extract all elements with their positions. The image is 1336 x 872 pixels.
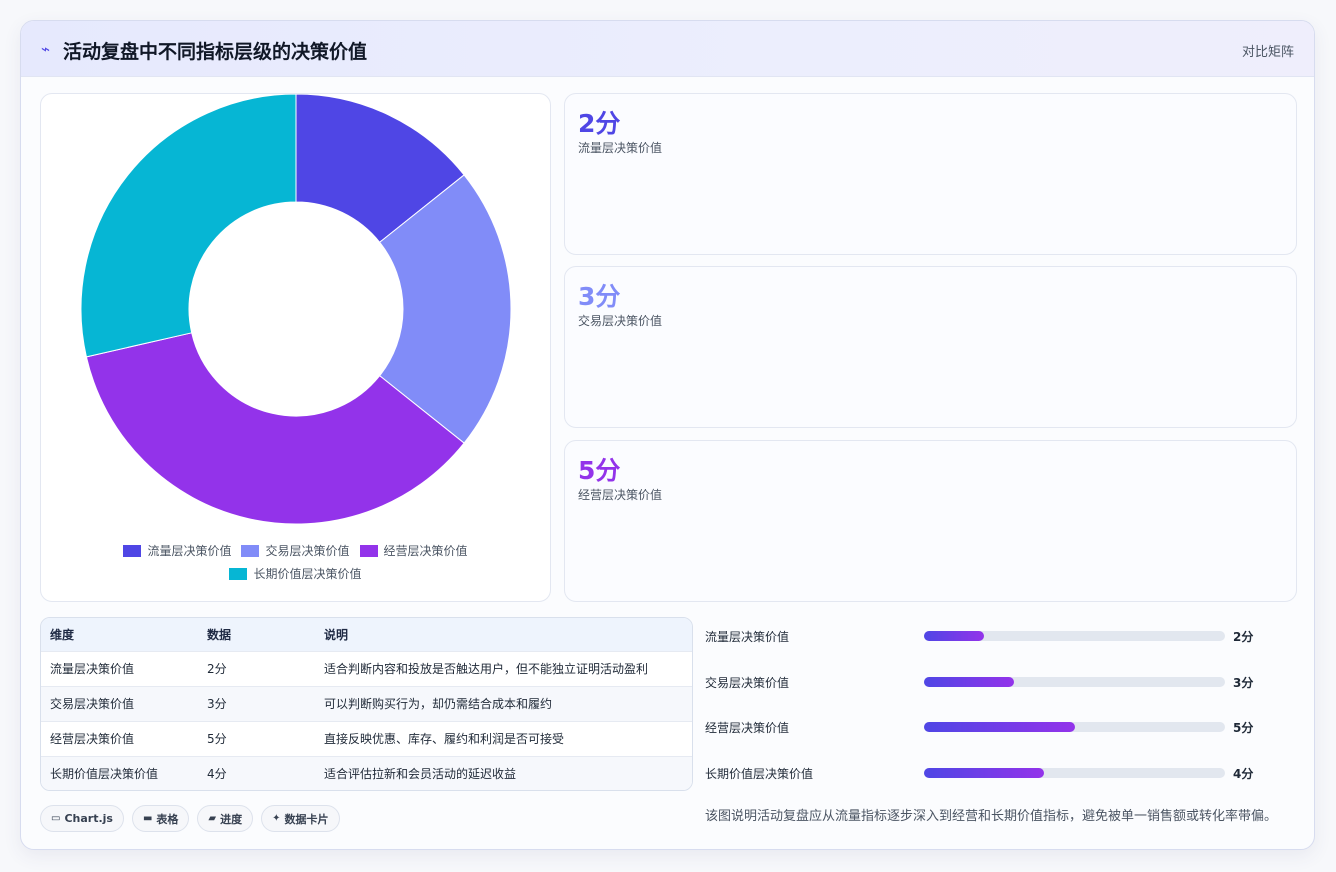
table-row: 经营层决策价值 5分 直接反映优惠、库存、履约和利润是否可接受 — [41, 721, 692, 756]
progress-label: 交易层决策价值 — [705, 676, 790, 690]
header-data: 数据 — [207, 627, 232, 642]
progress-track — [924, 768, 1225, 778]
stat-label: 流量层决策价值 — [578, 141, 663, 155]
stat-value: 2分 — [578, 109, 621, 138]
legend-swatch — [359, 544, 378, 557]
cell-data: 2分 — [207, 662, 227, 676]
progress-row: 交易层决策价值 3分 — [705, 672, 1295, 692]
stat-card-traffic: 2分 流量层决策价值 — [564, 93, 1297, 255]
legend-label: 长期价值层决策价值 — [253, 567, 362, 581]
monitor-icon: ▭ — [51, 813, 61, 824]
view-toggle-chips: ▭ Chart.js ▬ 表格 ▰ 进度 ✦ 数据卡片 — [40, 805, 340, 832]
progress-track — [924, 631, 1225, 641]
stat-value: 5分 — [578, 456, 621, 485]
chart-legend: 流量层决策价值 交易层决策价值 经营层决策价值 长期价值层决策价值 — [41, 542, 550, 588]
table-header-row: 维度 数据 说明 — [41, 618, 692, 651]
stat-label: 交易层决策价值 — [578, 314, 663, 328]
legend-item[interactable]: 流量层决策价值 — [123, 542, 231, 559]
chip-progress[interactable]: ▰ 进度 — [197, 805, 254, 832]
progress-label: 流量层决策价值 — [705, 630, 790, 644]
progress-row: 长期价值层决策价值 4分 — [705, 763, 1295, 783]
stat-value: 3分 — [578, 282, 621, 311]
table-row: 流量层决策价值 2分 适合判断内容和投放是否触达用户，但不能独立证明活动盈利 — [41, 651, 692, 686]
progress-value: 2分 — [1233, 630, 1254, 644]
chart-footnote: 该图说明活动复盘应从流量指标逐步深入到经营和长期价值指标，避免被单一销售额或转化… — [705, 809, 1278, 824]
progress-fill — [924, 631, 985, 641]
progress-value: 4分 — [1233, 767, 1254, 781]
lightning-icon: ⌁ — [41, 40, 51, 58]
legend-swatch — [229, 567, 248, 580]
cell-dimension: 经营层决策价值 — [50, 732, 135, 746]
sparkle-icon: ✦ — [272, 813, 281, 824]
stat-card-operation: 5分 经营层决策价值 — [564, 440, 1297, 602]
progress-fill — [924, 768, 1045, 778]
legend-swatch — [123, 544, 142, 557]
cell-desc: 直接反映优惠、库存、履约和利润是否可接受 — [324, 732, 565, 746]
legend-item[interactable]: 长期价值层决策价值 — [229, 565, 362, 582]
cell-dimension: 交易层决策价值 — [50, 697, 135, 711]
progress-fill — [924, 677, 1015, 687]
header-desc: 说明 — [324, 627, 349, 642]
progress-label: 长期价值层决策价值 — [705, 767, 814, 781]
cell-data: 4分 — [207, 767, 227, 782]
legend-label: 流量层决策价值 — [147, 544, 232, 558]
cell-dimension: 流量层决策价值 — [50, 662, 135, 676]
chip-label: 数据卡片 — [284, 812, 329, 826]
table-row: 交易层决策价值 3分 可以判断购买行为，却仍需结合成本和履约 — [41, 686, 692, 721]
chip-label: 进度 — [220, 812, 243, 826]
legend-item[interactable]: 交易层决策价值 — [241, 542, 350, 559]
progress-row: 经营层决策价值 5分 — [705, 717, 1295, 737]
cell-dimension: 长期价值层决策价值 — [50, 767, 159, 782]
legend-item[interactable]: 经营层决策价值 — [359, 542, 468, 559]
progress-icon: ▰ — [208, 813, 217, 824]
cell-data: 3分 — [207, 697, 227, 711]
compare-matrix-button[interactable]: 对比矩阵 — [1242, 41, 1294, 60]
legend-label: 交易层决策价值 — [265, 544, 350, 558]
stat-label: 经营层决策价值 — [578, 488, 663, 502]
chip-table[interactable]: ▬ 表格 — [131, 805, 190, 832]
doughnut-chart-panel: 流量层决策价值 交易层决策价值 经营层决策价值 长期价值层决策价值 — [40, 93, 551, 602]
stat-card-transaction: 3分 交易层决策价值 — [564, 266, 1297, 428]
legend-label: 经营层决策价值 — [383, 544, 468, 558]
progress-label: 经营层决策价值 — [705, 721, 790, 735]
card-header: ⌁ 活动复盘中不同指标层级的决策价值 对比矩阵 — [21, 21, 1314, 77]
chip-data-cards[interactable]: ✦ 数据卡片 — [261, 805, 340, 832]
cell-desc: 适合判断内容和投放是否触达用户，但不能独立证明活动盈利 — [324, 662, 649, 676]
data-table: 维度 数据 说明 流量层决策价值 2分 适合判断内容和投放是否触达用户，但不能独… — [40, 617, 693, 791]
page-title: 活动复盘中不同指标层级的决策价值 — [63, 41, 368, 63]
progress-row: 流量层决策价值 2分 — [705, 626, 1295, 646]
main-card: ⌁ 活动复盘中不同指标层级的决策价值 对比矩阵 流量层决策价值 交易层决策价值 经营… — [20, 20, 1315, 850]
table-row: 长期价值层决策价值 4分 适合评估拉新和会员活动的延迟收益 — [41, 756, 692, 790]
progress-track — [924, 722, 1225, 732]
cell-data: 5分 — [207, 732, 227, 746]
cell-desc: 适合评估拉新和会员活动的延迟收益 — [324, 767, 517, 782]
progress-track — [924, 677, 1225, 687]
progress-value: 5分 — [1233, 721, 1254, 735]
header-dimension: 维度 — [50, 627, 75, 642]
cell-desc: 可以判断购买行为，却仍需结合成本和履约 — [324, 697, 553, 711]
progress-value: 3分 — [1233, 676, 1254, 690]
legend-swatch — [241, 544, 260, 557]
chip-label: 表格 — [156, 812, 179, 826]
table-icon: ▬ — [142, 813, 153, 824]
doughnut-chart — [80, 94, 512, 525]
chip-chartjs[interactable]: ▭ Chart.js — [40, 805, 124, 832]
slice-longterm[interactable] — [80, 94, 297, 358]
progress-fill — [924, 722, 1075, 732]
chip-label: Chart.js — [64, 812, 113, 825]
